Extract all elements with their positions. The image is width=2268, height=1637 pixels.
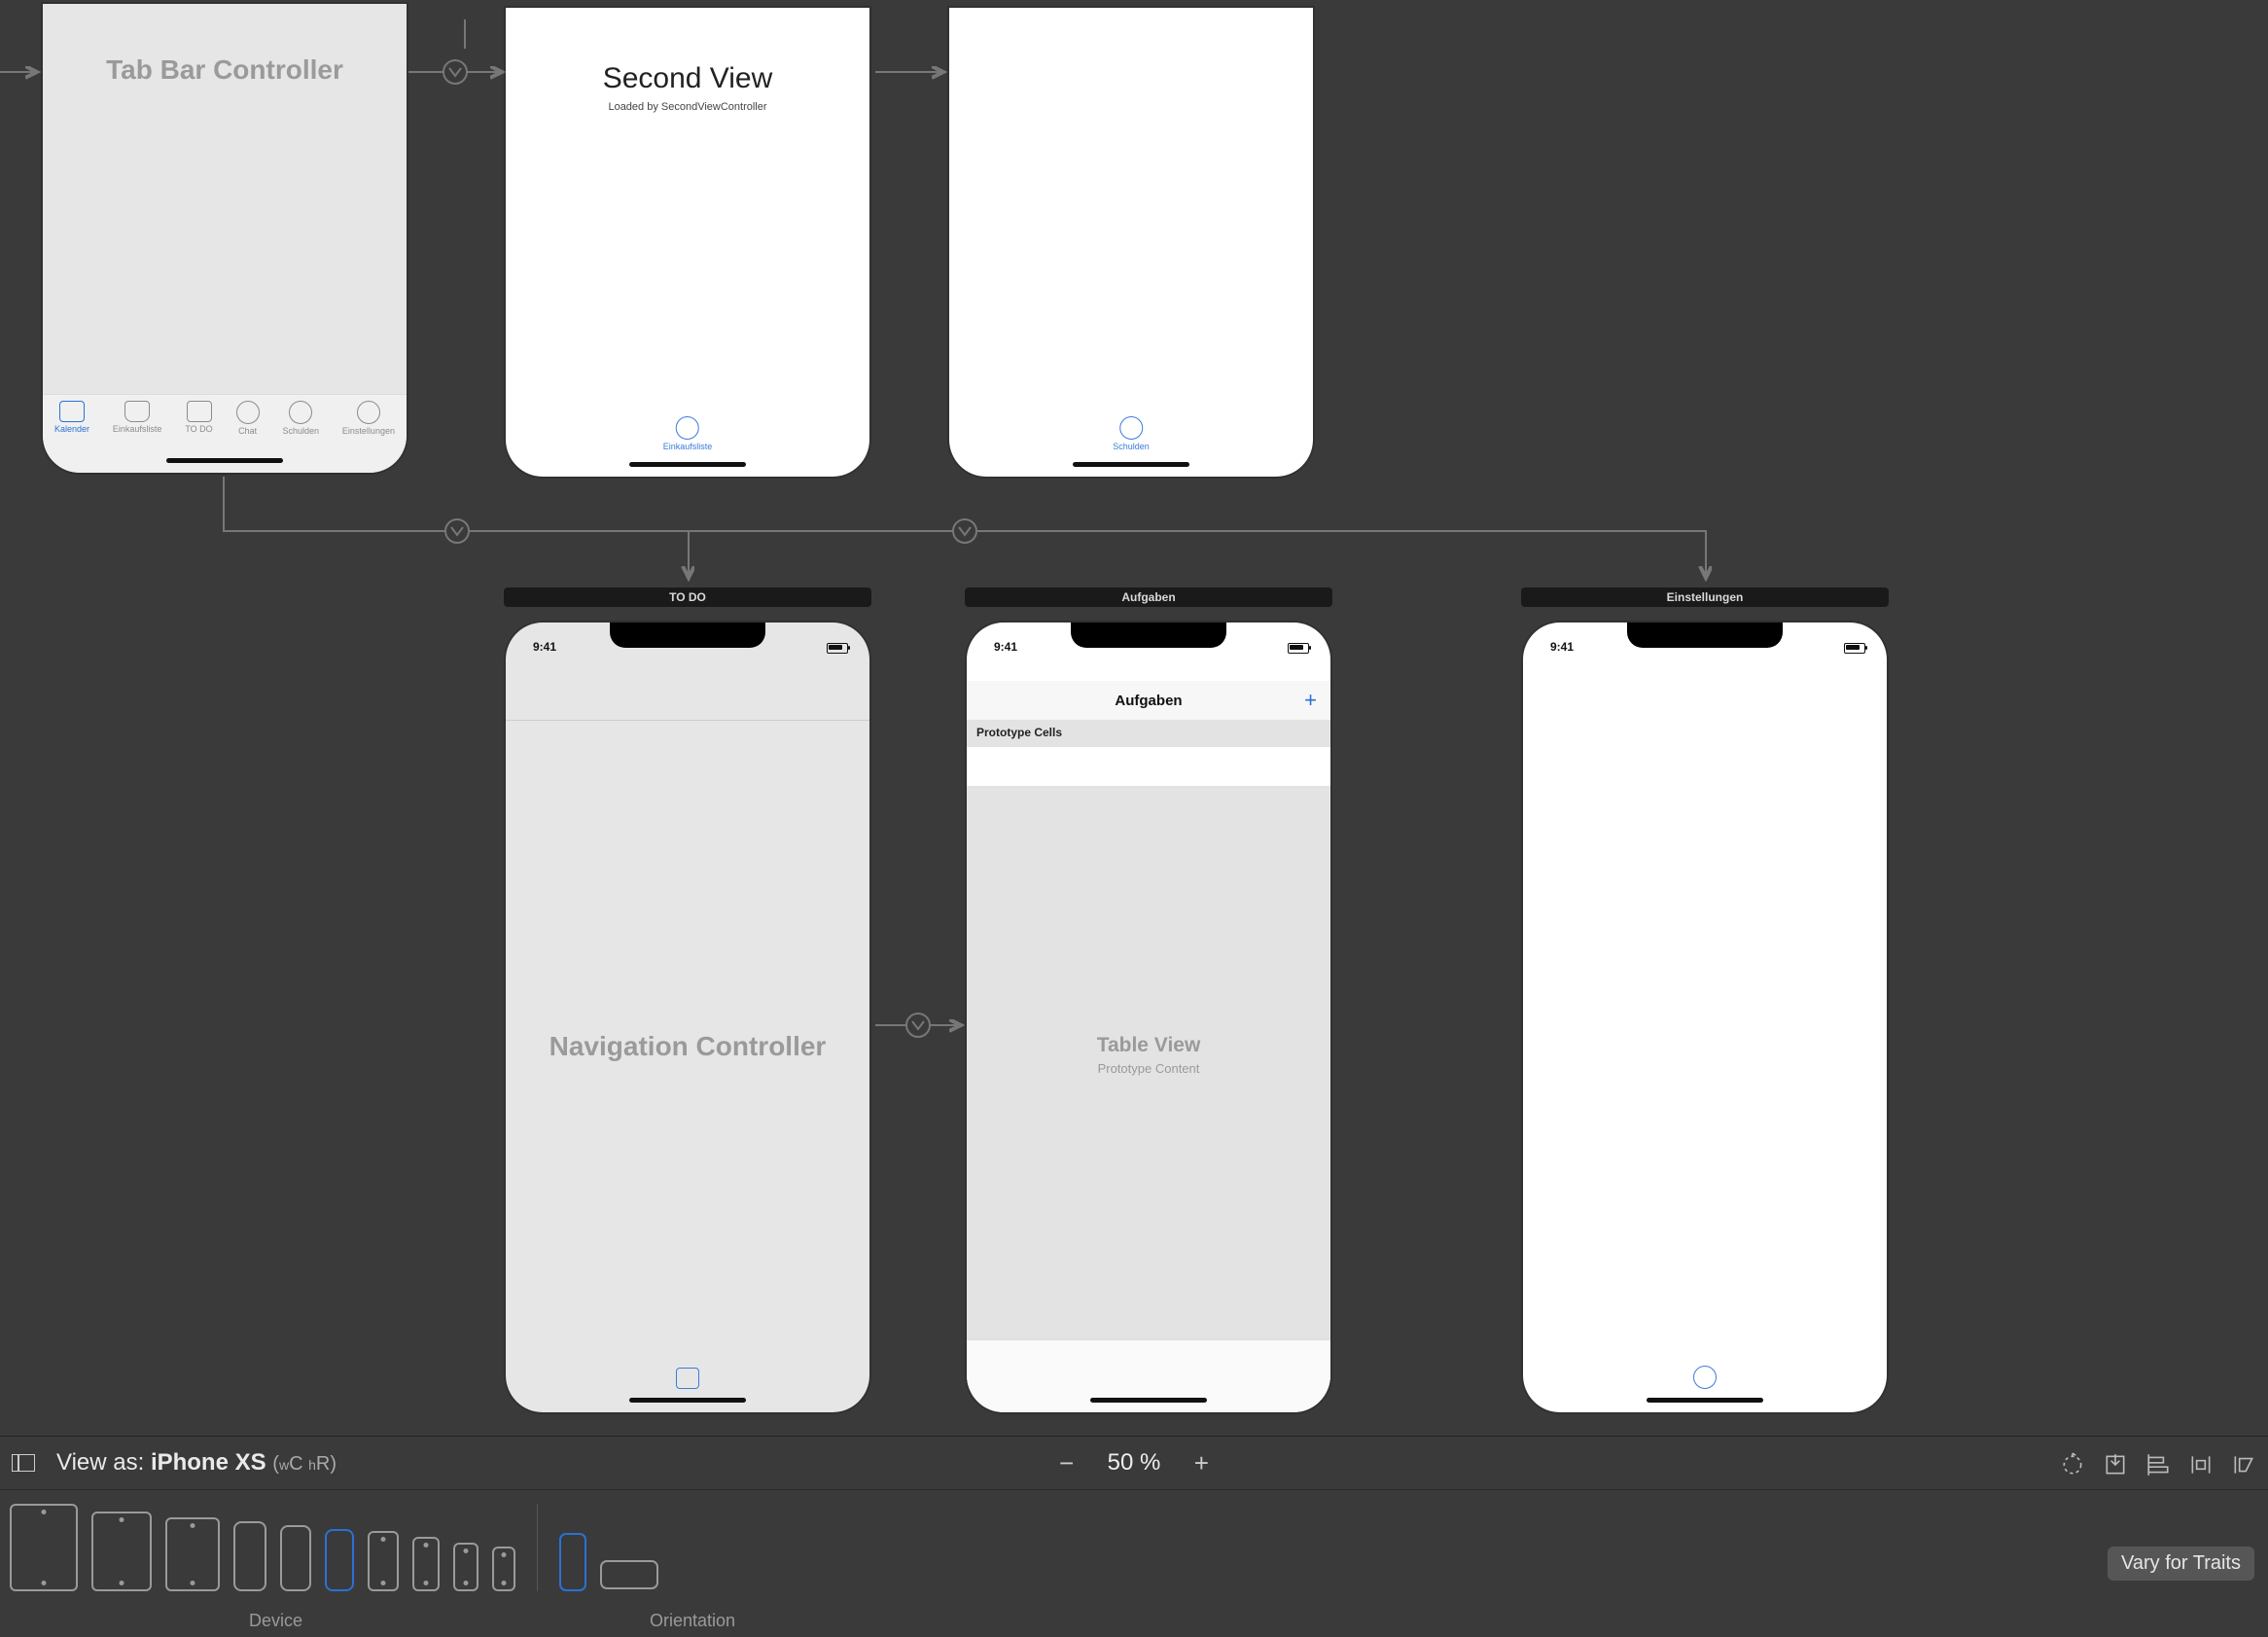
gear-icon <box>1693 1366 1717 1389</box>
prototype-cell[interactable] <box>967 747 1330 787</box>
tabbar-item-schulden[interactable]: Schulden <box>1113 416 1150 451</box>
placeholder-title: Navigation Controller <box>506 1031 869 1062</box>
device-picker-row: Device Orientation Vary for Traits <box>0 1490 2268 1591</box>
tab-einkaufsliste[interactable]: Einkaufsliste <box>113 401 162 434</box>
device-iphone-xr[interactable] <box>280 1525 311 1591</box>
status-bar: 9:41 <box>967 636 1330 656</box>
home-indicator <box>166 458 283 463</box>
chat-icon <box>236 401 260 424</box>
device-ipad-pro-11[interactable] <box>91 1512 152 1591</box>
status-time: 9:41 <box>1550 640 1574 654</box>
home-indicator <box>629 462 746 467</box>
battery-icon <box>1288 643 1309 654</box>
list-icon <box>676 1368 699 1389</box>
battery-icon <box>1844 643 1865 654</box>
device-iphone-xs[interactable] <box>325 1529 354 1591</box>
divider <box>537 1504 538 1591</box>
update-frames-icon[interactable] <box>2060 1452 2085 1474</box>
scene-title-todo[interactable]: TO DO <box>504 587 871 607</box>
device-iphone-8-plus[interactable] <box>368 1531 399 1591</box>
euro-icon <box>1119 416 1143 440</box>
nav-title: Aufgaben <box>1115 693 1182 709</box>
battery-icon <box>827 643 848 654</box>
tab-bar <box>967 1339 1330 1412</box>
tabbar-item-todo[interactable] <box>676 1368 699 1389</box>
basket-icon <box>676 416 699 440</box>
add-button[interactable]: + <box>1304 688 1317 713</box>
device-ipad-pro-12[interactable] <box>10 1504 78 1591</box>
tabbar-item-einkaufsliste[interactable]: Einkaufsliste <box>663 416 713 451</box>
placeholder-title: Tab Bar Controller <box>43 54 407 86</box>
second-view-subtitle: Loaded by SecondViewController <box>506 101 869 113</box>
calendar-icon <box>59 401 85 422</box>
status-time: 9:41 <box>533 640 556 654</box>
tab-kalender[interactable]: Kalender <box>54 401 89 434</box>
tableview-subtitle: Prototype Content <box>967 1061 1330 1076</box>
tab-einstellungen[interactable]: Einstellungen <box>342 401 395 436</box>
scene-tab-bar-controller[interactable]: Tab Bar Controller Kalender Einkaufslist… <box>43 4 407 473</box>
view-as-label[interactable]: View as: iPhone XS (wC hR) <box>56 1449 337 1477</box>
resolve-icon[interactable] <box>2231 1452 2256 1474</box>
scene-einstellungen[interactable]: 9:41 <box>1523 623 1887 1412</box>
scene-aufgaben-tableview[interactable]: 9:41 Aufgaben + Prototype Cells Table Vi… <box>967 623 1330 1412</box>
basket-icon <box>124 401 150 422</box>
tab-schulden[interactable]: Schulden <box>282 401 319 436</box>
storyboard-canvas[interactable]: Tab Bar Controller Kalender Einkaufslist… <box>0 0 2268 1436</box>
status-bar: 9:41 <box>1523 636 1887 656</box>
orientation-landscape[interactable] <box>600 1560 658 1589</box>
device-section-label: Device <box>249 1611 302 1631</box>
tab-todo[interactable]: TO DO <box>185 401 212 434</box>
home-indicator <box>629 1398 746 1403</box>
vary-for-traits-button[interactable]: Vary for Traits <box>2108 1547 2254 1581</box>
scene-title-aufgaben[interactable]: Aufgaben <box>965 587 1332 607</box>
home-indicator <box>1073 462 1189 467</box>
device-bar-header: View as: iPhone XS (wC hR) − 50 % + <box>0 1437 2268 1490</box>
scene-title-einstellungen[interactable]: Einstellungen <box>1521 587 1889 607</box>
home-indicator <box>1647 1398 1763 1403</box>
second-view-title: Second View <box>506 62 869 95</box>
zoom-out-button[interactable]: − <box>1053 1448 1081 1478</box>
gear-icon <box>357 401 380 424</box>
prototype-cells-header: Prototype Cells <box>967 720 1330 747</box>
orientation-section-label: Orientation <box>650 1611 735 1631</box>
table-view-body: Table View Prototype Content <box>967 786 1330 1340</box>
tableview-title: Table View <box>967 1034 1330 1057</box>
nav-bar: Aufgaben + <box>967 681 1330 721</box>
scene-navigation-controller[interactable]: 9:41 Navigation Controller <box>506 623 869 1412</box>
scene-second-view[interactable]: Second View Loaded by SecondViewControll… <box>506 8 869 477</box>
zoom-level: 50 % <box>1108 1449 1161 1477</box>
scene-schulden[interactable]: Schulden <box>949 8 1313 477</box>
constraint-tools <box>2060 1452 2256 1474</box>
tabbar-item-einstellungen[interactable] <box>1693 1366 1717 1389</box>
align-icon[interactable] <box>2145 1452 2171 1474</box>
tab-chat[interactable]: Chat <box>236 401 260 436</box>
nav-bar <box>506 681 869 721</box>
device-config-bar: View as: iPhone XS (wC hR) − 50 % + <box>0 1436 2268 1637</box>
euro-icon <box>289 401 312 424</box>
pin-icon[interactable] <box>2188 1452 2214 1474</box>
status-time: 9:41 <box>994 640 1017 654</box>
status-bar: 9:41 <box>506 636 869 656</box>
orientation-portrait[interactable] <box>559 1533 586 1591</box>
zoom-controls: − 50 % + <box>1053 1448 1216 1478</box>
device-iphone-4s[interactable] <box>492 1547 515 1591</box>
embed-in-icon[interactable] <box>2103 1452 2128 1474</box>
list-icon <box>187 401 212 422</box>
device-iphone-se[interactable] <box>453 1543 478 1591</box>
device-iphone-xs-max[interactable] <box>233 1521 266 1591</box>
zoom-in-button[interactable]: + <box>1187 1448 1215 1478</box>
device-ipad[interactable] <box>165 1517 220 1591</box>
device-iphone-8[interactable] <box>412 1537 440 1591</box>
outline-toggle-icon[interactable] <box>12 1454 35 1472</box>
home-indicator <box>1090 1398 1207 1403</box>
